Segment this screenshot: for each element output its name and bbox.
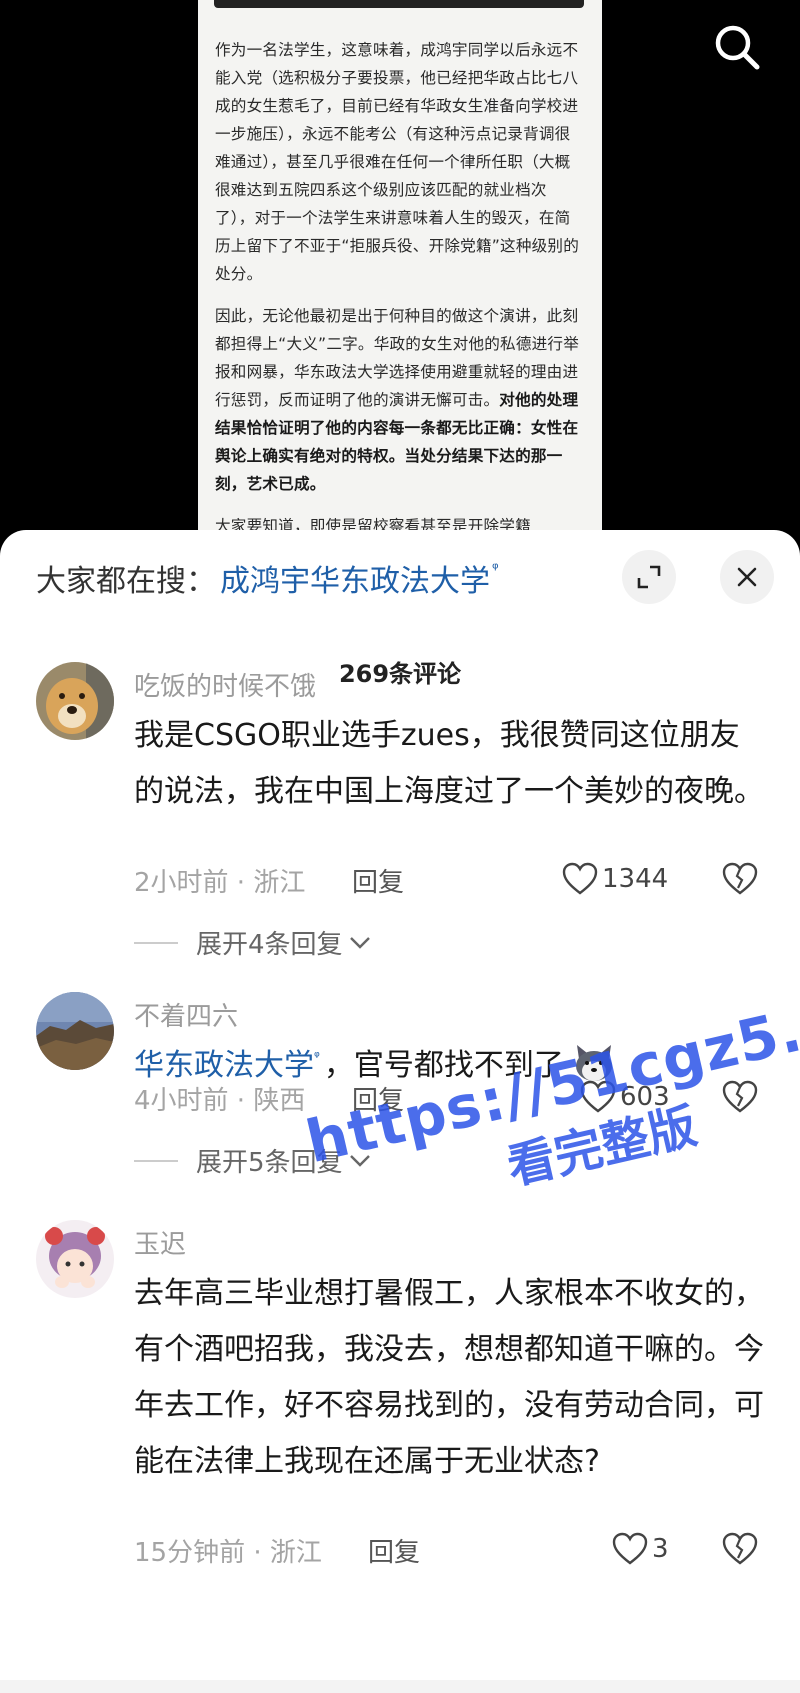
broken-heart-icon <box>722 1080 758 1113</box>
like-button[interactable]: 3 <box>612 1532 669 1566</box>
broken-heart-icon <box>722 1532 758 1565</box>
comment-username[interactable]: 玉迟 <box>134 1224 186 1261</box>
avatar[interactable] <box>36 992 114 1070</box>
search-small-icon: ᵠ <box>314 1049 320 1065</box>
like-count: 1344 <box>602 864 669 894</box>
expand-replies-label: 展开4条回复 <box>196 930 343 960</box>
chevron-down-icon <box>349 1154 370 1167</box>
document-image: 作为一名法学生，这意味着，成鸿宇同学以后永远不能入党（选积极分子要投票，他已经把… <box>198 0 602 545</box>
comment-time-location: 4小时前 · 陕西 <box>134 1086 306 1116</box>
expand-button[interactable] <box>622 550 676 604</box>
close-icon <box>737 567 757 587</box>
dislike-button[interactable] <box>722 862 758 896</box>
dislike-button[interactable] <box>722 1080 758 1114</box>
comment-sheet: 大家都在搜： 成鸿宇华东政法大学 ᵠ 269条评论 吃饭的时候不饿 我是CSGO… <box>0 530 800 1693</box>
comment-text: 我是CSGO职业选手zues，我很赞同这位朋友的说法，我在中国上海度过了一个美妙… <box>134 718 764 809</box>
expand-divider <box>134 1159 178 1162</box>
bottom-divider <box>0 1680 800 1693</box>
comment-time-location: 2小时前 · 浙江 <box>134 868 306 898</box>
expand-replies-label: 展开5条回复 <box>196 1148 343 1178</box>
dislike-button[interactable] <box>722 1532 758 1566</box>
comment-topic-link[interactable]: 华东政法大学 <box>134 1048 314 1083</box>
broken-heart-icon <box>722 862 758 895</box>
document-paragraph-1: 作为一名法学生，这意味着，成鸿宇同学以后永远不能入党（选积极分子要投票，他已经把… <box>215 41 580 283</box>
like-count: 3 <box>652 1534 669 1564</box>
comment-username[interactable]: 不着四六 <box>134 996 238 1033</box>
expand-divider <box>134 941 178 944</box>
hot-search-prefix: 大家都在搜： <box>36 564 216 599</box>
like-button[interactable]: 603 <box>580 1080 670 1114</box>
hot-search-bar: 大家都在搜： 成鸿宇华东政法大学 ᵠ <box>36 556 499 600</box>
search-small-icon: ᵠ <box>492 558 499 578</box>
like-button[interactable]: 1344 <box>562 862 668 896</box>
document-paragraph-2: 因此，无论他最初是出于何种目的做这个演讲，此刻都担得上“大义”二字。华政的女生对… <box>215 302 586 498</box>
close-button[interactable] <box>720 550 774 604</box>
expand-replies-button[interactable]: 展开5条回复 <box>134 1142 371 1179</box>
avatar[interactable] <box>36 1220 114 1298</box>
comment-username[interactable]: 吃饭的时候不饿 <box>134 666 316 703</box>
heart-icon <box>562 862 598 895</box>
reply-button[interactable]: 回复 <box>368 1532 420 1569</box>
avatar[interactable] <box>36 662 114 740</box>
reply-button[interactable]: 回复 <box>352 1080 404 1117</box>
comment-count: 269条评论 <box>338 660 462 688</box>
heart-icon <box>612 1532 648 1565</box>
hot-search-query-link[interactable]: 成鸿宇华东政法大学 <box>220 556 490 600</box>
like-count: 603 <box>620 1082 670 1112</box>
search-icon <box>715 25 760 70</box>
expand-replies-button[interactable]: 展开4条回复 <box>134 924 371 961</box>
chevron-down-icon <box>349 936 370 949</box>
husky-emoji-icon <box>576 1045 613 1081</box>
comment-time-location: 15分钟前 · 浙江 <box>134 1538 322 1568</box>
document-top-bar <box>214 0 584 8</box>
search-button[interactable] <box>710 20 766 76</box>
comment-text: 去年高三毕业想打暑假工，人家根本不收女的，有个酒吧招我，我没去，想想都知道干嘛的… <box>134 1276 764 1479</box>
reply-button[interactable]: 回复 <box>352 862 404 899</box>
expand-icon <box>637 565 661 589</box>
comment-text-rest: ，官号都找不到了 <box>323 1048 564 1083</box>
heart-icon <box>580 1080 616 1113</box>
video-area[interactable]: 作为一名法学生，这意味着，成鸿宇同学以后永远不能入党（选积极分子要投票，他已经把… <box>0 0 800 560</box>
